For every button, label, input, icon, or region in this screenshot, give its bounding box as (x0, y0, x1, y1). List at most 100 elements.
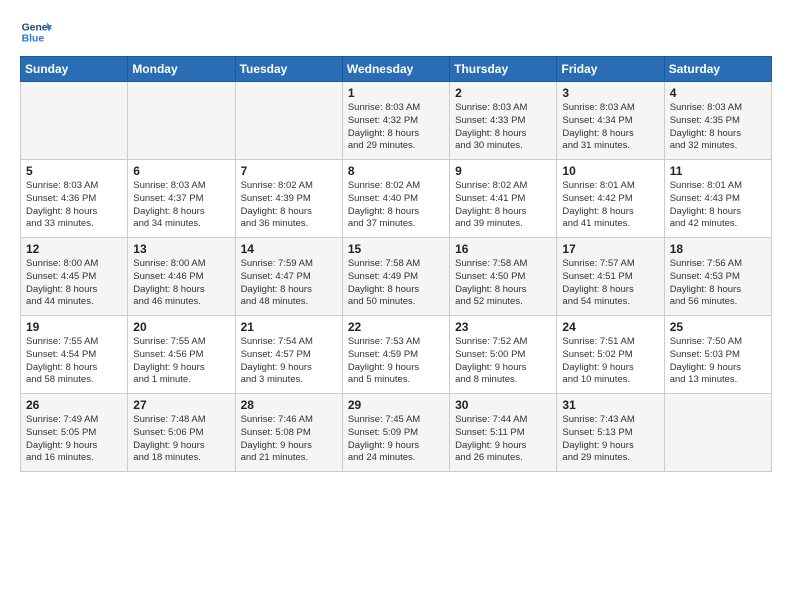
weekday-header-friday: Friday (557, 57, 664, 82)
calendar-cell (21, 82, 128, 160)
day-number: 7 (241, 164, 337, 178)
calendar-cell: 24 Sunrise: 7:51 AM Sunset: 5:02 PM Dayli… (557, 316, 664, 394)
calendar-cell: 25 Sunrise: 7:50 AM Sunset: 5:03 PM Dayli… (664, 316, 771, 394)
day-number: 6 (133, 164, 229, 178)
day-info: Sunrise: 7:58 AM Sunset: 4:49 PM Dayligh… (348, 258, 444, 309)
day-info: Sunrise: 8:02 AM Sunset: 4:40 PM Dayligh… (348, 180, 444, 231)
calendar-cell: 21 Sunrise: 7:54 AM Sunset: 4:57 PM Dayli… (235, 316, 342, 394)
day-info: Sunrise: 7:53 AM Sunset: 4:59 PM Dayligh… (348, 336, 444, 387)
calendar-cell (235, 82, 342, 160)
day-info: Sunrise: 7:55 AM Sunset: 4:54 PM Dayligh… (26, 336, 122, 387)
day-info: Sunrise: 7:46 AM Sunset: 5:08 PM Dayligh… (241, 414, 337, 465)
calendar-cell: 4 Sunrise: 8:03 AM Sunset: 4:35 PM Daylig… (664, 82, 771, 160)
day-info: Sunrise: 8:01 AM Sunset: 4:42 PM Dayligh… (562, 180, 658, 231)
day-number: 28 (241, 398, 337, 412)
calendar-cell: 22 Sunrise: 7:53 AM Sunset: 4:59 PM Dayli… (342, 316, 449, 394)
day-info: Sunrise: 8:03 AM Sunset: 4:36 PM Dayligh… (26, 180, 122, 231)
weekday-header-monday: Monday (128, 57, 235, 82)
calendar-cell: 5 Sunrise: 8:03 AM Sunset: 4:36 PM Daylig… (21, 160, 128, 238)
day-info: Sunrise: 8:03 AM Sunset: 4:34 PM Dayligh… (562, 102, 658, 153)
day-number: 3 (562, 86, 658, 100)
day-number: 17 (562, 242, 658, 256)
day-info: Sunrise: 7:44 AM Sunset: 5:11 PM Dayligh… (455, 414, 551, 465)
day-number: 1 (348, 86, 444, 100)
calendar-cell: 28 Sunrise: 7:46 AM Sunset: 5:08 PM Dayli… (235, 394, 342, 472)
day-number: 25 (670, 320, 766, 334)
calendar-cell: 17 Sunrise: 7:57 AM Sunset: 4:51 PM Dayli… (557, 238, 664, 316)
calendar-cell: 3 Sunrise: 8:03 AM Sunset: 4:34 PM Daylig… (557, 82, 664, 160)
calendar-cell: 23 Sunrise: 7:52 AM Sunset: 5:00 PM Dayli… (450, 316, 557, 394)
calendar-cell: 14 Sunrise: 7:59 AM Sunset: 4:47 PM Dayli… (235, 238, 342, 316)
day-info: Sunrise: 8:03 AM Sunset: 4:37 PM Dayligh… (133, 180, 229, 231)
calendar-cell: 12 Sunrise: 8:00 AM Sunset: 4:45 PM Dayli… (21, 238, 128, 316)
calendar-cell: 30Sunrise: 7:44 AM Sunset: 5:11 PM Dayli… (450, 394, 557, 472)
weekday-header-sunday: Sunday (21, 57, 128, 82)
day-info: Sunrise: 7:48 AM Sunset: 5:06 PM Dayligh… (133, 414, 229, 465)
day-info: Sunrise: 8:03 AM Sunset: 4:33 PM Dayligh… (455, 102, 551, 153)
day-number: 24 (562, 320, 658, 334)
calendar-cell: 8 Sunrise: 8:02 AM Sunset: 4:40 PM Daylig… (342, 160, 449, 238)
day-number: 26 (26, 398, 122, 412)
day-info: Sunrise: 8:00 AM Sunset: 4:45 PM Dayligh… (26, 258, 122, 309)
day-info: Sunrise: 7:57 AM Sunset: 4:51 PM Dayligh… (562, 258, 658, 309)
logo: General Blue (20, 16, 52, 48)
day-number: 11 (670, 164, 766, 178)
day-number: 21 (241, 320, 337, 334)
day-number: 13 (133, 242, 229, 256)
day-info: Sunrise: 8:03 AM Sunset: 4:32 PM Dayligh… (348, 102, 444, 153)
day-info: Sunrise: 7:58 AM Sunset: 4:50 PM Dayligh… (455, 258, 551, 309)
calendar-cell: 19 Sunrise: 7:55 AM Sunset: 4:54 PM Dayli… (21, 316, 128, 394)
day-info: Sunrise: 7:56 AM Sunset: 4:53 PM Dayligh… (670, 258, 766, 309)
day-number: 27 (133, 398, 229, 412)
day-number: 4 (670, 86, 766, 100)
day-number: 5 (26, 164, 122, 178)
day-info: Sunrise: 8:02 AM Sunset: 4:39 PM Dayligh… (241, 180, 337, 231)
day-info: Sunrise: 7:51 AM Sunset: 5:02 PM Dayligh… (562, 336, 658, 387)
day-number: 29 (348, 398, 444, 412)
day-info: Sunrise: 7:59 AM Sunset: 4:47 PM Dayligh… (241, 258, 337, 309)
calendar-cell: 13 Sunrise: 8:00 AM Sunset: 4:46 PM Dayli… (128, 238, 235, 316)
day-number: 18 (670, 242, 766, 256)
day-number: 31 (562, 398, 658, 412)
day-info: Sunrise: 7:43 AM Sunset: 5:13 PM Dayligh… (562, 414, 658, 465)
day-info: Sunrise: 8:01 AM Sunset: 4:43 PM Dayligh… (670, 180, 766, 231)
day-number: 2 (455, 86, 551, 100)
calendar-cell: 31 Sunrise: 7:43 AM Sunset: 5:13 PM Dayli… (557, 394, 664, 472)
calendar-cell (664, 394, 771, 472)
calendar-cell: 15 Sunrise: 7:58 AM Sunset: 4:49 PM Dayli… (342, 238, 449, 316)
day-number: 23 (455, 320, 551, 334)
day-number: 22 (348, 320, 444, 334)
calendar-cell: 11 Sunrise: 8:01 AM Sunset: 4:43 PM Dayli… (664, 160, 771, 238)
day-info: Sunrise: 7:55 AM Sunset: 4:56 PM Dayligh… (133, 336, 229, 387)
day-number: 8 (348, 164, 444, 178)
day-number: 12 (26, 242, 122, 256)
calendar-cell: 16 Sunrise: 7:58 AM Sunset: 4:50 PM Dayli… (450, 238, 557, 316)
weekday-header-thursday: Thursday (450, 57, 557, 82)
day-number: 14 (241, 242, 337, 256)
day-number: 16 (455, 242, 551, 256)
calendar-cell: 1 Sunrise: 8:03 AM Sunset: 4:32 PM Daylig… (342, 82, 449, 160)
day-info: Sunrise: 7:50 AM Sunset: 5:03 PM Dayligh… (670, 336, 766, 387)
weekday-header-wednesday: Wednesday (342, 57, 449, 82)
svg-text:Blue: Blue (22, 34, 45, 45)
calendar-cell: 29 Sunrise: 7:45 AM Sunset: 5:09 PM Dayli… (342, 394, 449, 472)
day-number: 9 (455, 164, 551, 178)
calendar-cell: 18 Sunrise: 7:56 AM Sunset: 4:53 PM Dayli… (664, 238, 771, 316)
weekday-header-saturday: Saturday (664, 57, 771, 82)
day-number: 20 (133, 320, 229, 334)
calendar-cell: 10 Sunrise: 8:01 AM Sunset: 4:42 PM Dayli… (557, 160, 664, 238)
calendar-table: SundayMondayTuesdayWednesdayThursdayFrid… (20, 56, 772, 472)
day-info: Sunrise: 8:00 AM Sunset: 4:46 PM Dayligh… (133, 258, 229, 309)
calendar-cell: 26 Sunrise: 7:49 AM Sunset: 5:05 PM Dayli… (21, 394, 128, 472)
day-info: Sunrise: 7:54 AM Sunset: 4:57 PM Dayligh… (241, 336, 337, 387)
day-info: Sunrise: 8:03 AM Sunset: 4:35 PM Dayligh… (670, 102, 766, 153)
day-info: Sunrise: 7:45 AM Sunset: 5:09 PM Dayligh… (348, 414, 444, 465)
day-number: 10 (562, 164, 658, 178)
day-number: 15 (348, 242, 444, 256)
calendar-cell: 9 Sunrise: 8:02 AM Sunset: 4:41 PM Daylig… (450, 160, 557, 238)
day-info: Sunrise: 7:52 AM Sunset: 5:00 PM Dayligh… (455, 336, 551, 387)
calendar-cell: 7 Sunrise: 8:02 AM Sunset: 4:39 PM Daylig… (235, 160, 342, 238)
day-info: Sunrise: 8:02 AM Sunset: 4:41 PM Dayligh… (455, 180, 551, 231)
day-info: Sunrise: 7:49 AM Sunset: 5:05 PM Dayligh… (26, 414, 122, 465)
day-number: 19 (26, 320, 122, 334)
